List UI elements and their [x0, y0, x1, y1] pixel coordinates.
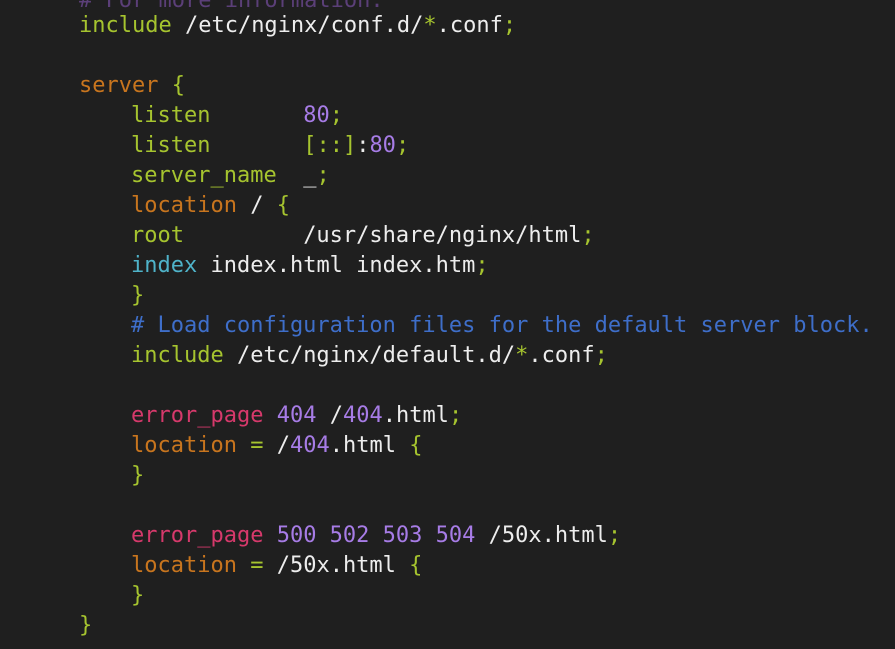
- code-token: /50x.html: [263, 553, 410, 578]
- code-token: .conf: [528, 343, 595, 368]
- code-line: }: [0, 461, 144, 491]
- code-token: error_page: [131, 403, 264, 428]
- code-token: /etc/nginx/default.d/: [223, 343, 516, 368]
- code-token: 404: [276, 403, 317, 428]
- code-token: {: [409, 553, 423, 578]
- code-token: include: [131, 343, 224, 368]
- code-token: 80: [303, 103, 330, 128]
- code-token: ;: [502, 13, 517, 38]
- code-token: {: [276, 193, 290, 218]
- code-line: }: [0, 281, 144, 311]
- code-token: server_name: [131, 163, 277, 188]
- code-line: location / {: [0, 191, 290, 221]
- code-token: location: [131, 553, 237, 578]
- code-line: error_page 500 502 503 504 /50x.html;: [0, 521, 621, 551]
- code-line: index index.html index.htm;: [0, 251, 489, 281]
- code-token: _: [276, 163, 317, 188]
- code-token: }: [79, 613, 93, 638]
- code-token: /: [263, 433, 290, 458]
- code-line: location = /404.html {: [0, 431, 422, 461]
- code-line: listen 80;: [0, 101, 343, 131]
- code-line: listen [::]:80;: [0, 131, 409, 161]
- code-token: 500 502 503 504: [276, 523, 476, 548]
- code-line: # Load configuration files for the defau…: [0, 311, 873, 341]
- code-token: index: [131, 253, 198, 278]
- code-token: 404: [289, 433, 330, 458]
- code-token: 80: [369, 133, 396, 158]
- code-token: *: [515, 343, 529, 368]
- code-token: }: [131, 283, 145, 308]
- code-token: ;: [448, 403, 463, 428]
- code-token: server: [79, 73, 159, 98]
- code-token: ;: [395, 133, 410, 158]
- code-token: /: [316, 403, 343, 428]
- code-line: include /etc/nginx/default.d/*.conf;: [0, 341, 608, 371]
- code-token: }: [131, 463, 145, 488]
- code-token: location: [131, 433, 237, 458]
- code-token: listen: [131, 133, 211, 158]
- code-token: 404: [342, 403, 383, 428]
- code-token: ;: [594, 343, 608, 368]
- code-token: include: [79, 13, 172, 38]
- code-token: [::]: [303, 133, 357, 158]
- code-line: location = /50x.html {: [0, 551, 422, 581]
- code-token: location: [131, 193, 237, 218]
- code-token: # Load configuration files for the defau…: [131, 313, 873, 338]
- code-line: error_page 404 /404.html;: [0, 401, 462, 431]
- code-token: .html: [382, 403, 449, 428]
- code-token: :: [356, 133, 370, 158]
- code-token: {: [171, 73, 185, 98]
- code-token: {: [409, 433, 423, 458]
- code-token: root: [131, 223, 184, 248]
- code-token: =: [250, 433, 264, 458]
- code-token: .html: [329, 433, 410, 458]
- code-token: /etc/nginx/conf.d/: [171, 13, 424, 38]
- code-line: server_name _;: [0, 161, 330, 191]
- code-token: /50x.html: [475, 523, 608, 548]
- code-line: server {: [0, 71, 185, 101]
- code-token: ;: [607, 523, 622, 548]
- code-editor[interactable]: # For more information. include /etc/ngi…: [0, 0, 895, 649]
- code-token: ;: [316, 163, 330, 188]
- code-token: *: [423, 13, 437, 38]
- code-token: ;: [329, 103, 343, 128]
- code-token: ;: [475, 253, 489, 278]
- code-token: =: [250, 553, 264, 578]
- code-line: }: [0, 611, 92, 641]
- code-line: root /usr/share/nginx/html;: [0, 221, 595, 251]
- code-token: .conf: [436, 13, 503, 38]
- code-token: /: [236, 193, 277, 218]
- code-token: }: [131, 583, 145, 608]
- code-line: }: [0, 581, 144, 611]
- code-line: include /etc/nginx/conf.d/*.conf;: [0, 11, 516, 41]
- code-token: error_page: [131, 523, 264, 548]
- code-token: ;: [581, 223, 595, 248]
- code-token: /usr/share/nginx/html: [183, 223, 582, 248]
- code-token: listen: [131, 103, 211, 128]
- code-token: index.html index.htm: [197, 253, 476, 278]
